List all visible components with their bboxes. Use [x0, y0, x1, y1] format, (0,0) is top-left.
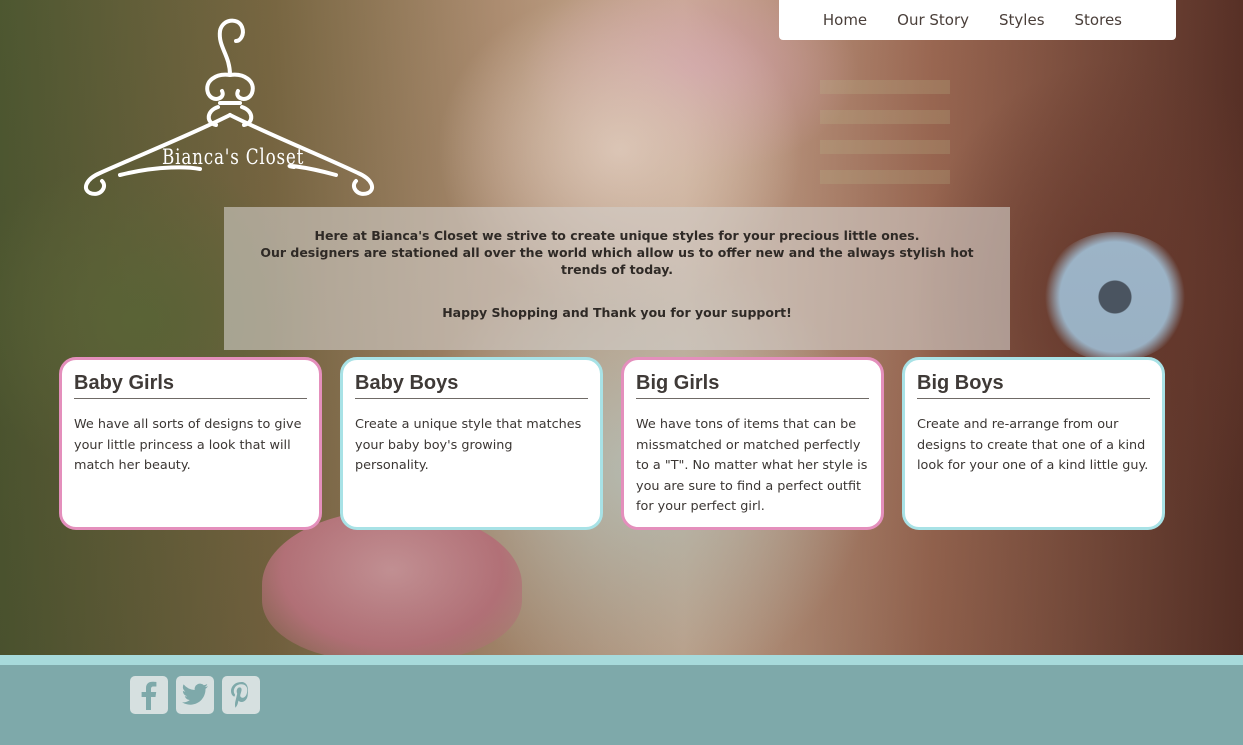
- main-nav: Home Our Story Styles Stores: [779, 0, 1176, 40]
- pinterest-icon: [231, 682, 249, 708]
- logo-text: Bianca's Closet: [162, 145, 305, 169]
- nav-stores[interactable]: Stores: [1075, 11, 1122, 29]
- hanger-icon: [83, 18, 375, 196]
- card-text: Create a unique style that matches your …: [355, 417, 582, 473]
- pinterest-link[interactable]: [222, 676, 260, 714]
- card-title: Baby Boys: [355, 372, 588, 399]
- logo[interactable]: Bianca's Closet: [80, 15, 376, 200]
- twitter-icon: [182, 683, 208, 705]
- facebook-icon: [141, 681, 157, 710]
- card-baby-girls[interactable]: Baby Girls We have all sorts of designs …: [59, 357, 322, 530]
- twitter-link[interactable]: [176, 676, 214, 714]
- card-title: Big Boys: [917, 372, 1150, 399]
- intro-spacer: [238, 278, 996, 304]
- card-big-girls[interactable]: Big Girls We have tons of items that can…: [621, 357, 884, 530]
- intro-line-1: Here at Bianca's Closet we strive to cre…: [314, 228, 920, 243]
- nav-styles[interactable]: Styles: [999, 11, 1045, 29]
- facebook-link[interactable]: [130, 676, 168, 714]
- nav-home[interactable]: Home: [823, 11, 867, 29]
- intro-line-2: Our designers are stationed all over the…: [260, 245, 974, 277]
- card-big-boys[interactable]: Big Boys Create and re-arrange from our …: [902, 357, 1165, 530]
- intro-line-3: Happy Shopping and Thank you for your su…: [442, 305, 792, 320]
- card-title: Baby Girls: [74, 372, 307, 399]
- intro-message-box: Here at Bianca's Closet we strive to cre…: [224, 207, 1010, 350]
- card-text: We have tons of items that can be missma…: [636, 417, 868, 514]
- card-text: We have all sorts of designs to give you…: [74, 417, 302, 473]
- footer-accent-bar: [0, 655, 1243, 665]
- nav-our-story[interactable]: Our Story: [897, 11, 969, 29]
- card-baby-boys[interactable]: Baby Boys Create a unique style that mat…: [340, 357, 603, 530]
- card-text: Create and re-arrange from our designs t…: [917, 417, 1149, 473]
- card-title: Big Girls: [636, 372, 869, 399]
